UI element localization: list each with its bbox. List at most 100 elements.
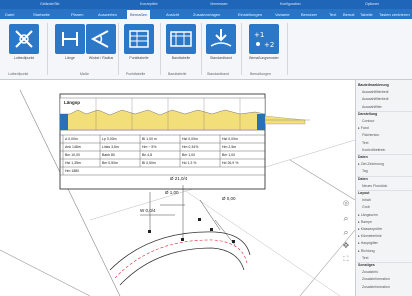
ribbon-panel: Lotbedfpunkt Länge Winkel / Radius Punkt… <box>0 19 412 80</box>
panel-property-item[interactable]: Flächenton <box>362 133 379 137</box>
panel-property-item[interactable]: Contour <box>362 119 374 123</box>
angle-icon <box>86 24 116 54</box>
panel-property-item[interactable]: ▸ Klassenprüfer <box>358 227 382 231</box>
angle-radius-button[interactable]: Winkel / Radius <box>86 24 116 60</box>
panel-property-item[interactable]: Tag <box>362 169 368 173</box>
panel-section-header[interactable]: Daten <box>358 177 368 181</box>
tab-datei[interactable]: Datei <box>2 10 17 19</box>
walk-icon[interactable]: ◎ <box>340 198 352 210</box>
tab-bemassen[interactable]: Bemaßen <box>127 10 151 19</box>
panel-property-item[interactable]: ▸ Hauptgitter <box>358 241 378 245</box>
point-table-button[interactable]: Punkttabelle <box>122 24 156 60</box>
length-icon <box>55 24 85 54</box>
group-label-lotbedfpunkt: Lotbedfpunkt <box>8 72 29 76</box>
table-cell: Links 3,6m <box>102 145 119 149</box>
pan-icon[interactable]: ✥ <box>340 240 352 252</box>
panel-property-item[interactable]: Auswahlfilterbedi <box>362 97 388 101</box>
profile-blue-right <box>257 114 265 130</box>
profile-blue-left <box>60 114 68 130</box>
standard-band-label: Standardband <box>210 56 232 60</box>
table-cell: Bank 80 <box>102 153 115 157</box>
dimension-label-2: Ø 1,00 <box>165 190 179 195</box>
table-cell: Hm 2,5m <box>222 145 237 149</box>
standard-band-button[interactable]: Standardband <box>204 24 238 60</box>
tab-einstellungen[interactable]: Einstellungen <box>235 10 265 19</box>
tab-variante[interactable]: Variante <box>272 10 293 19</box>
table-cell: Δ 0,00m <box>65 137 78 141</box>
tab-zusatzvorlagen[interactable]: Zusatzvorlagen <box>190 10 223 19</box>
panel-section-header[interactable]: Bauteilmarkierung <box>358 83 389 87</box>
ribbon-separator <box>241 23 242 75</box>
road-edge <box>119 247 245 286</box>
panel-section-header[interactable]: Darstellung <box>358 112 377 116</box>
group-label-punkttabelle: Punkttabelle <box>126 72 146 76</box>
table-cell: Hd 26,9 % <box>222 161 239 165</box>
panel-property-item[interactable]: ▸ Rampe <box>358 220 372 224</box>
panel-property-item[interactable]: Zusatzinformation <box>362 285 390 289</box>
band-table-icon <box>166 24 196 54</box>
table-cell: Hm 1880 <box>65 169 80 173</box>
ribbon-separator <box>118 23 119 75</box>
point-table-label: Punkttabelle <box>129 56 149 60</box>
title-text-4: Konfiguration <box>280 2 301 6</box>
panel-property-item[interactable]: Grob <box>362 205 370 209</box>
lotbedfpunkt-button[interactable]: Lotbedfpunkt <box>7 24 41 60</box>
zoom-out-icon[interactable]: ⌕ <box>340 226 352 238</box>
table-cell: Bm 1,00 <box>222 153 236 157</box>
lotbedfpunkt-label: Lotbedfpunkt <box>13 56 35 60</box>
panel-property-item[interactable]: Kontrollbeitrein <box>362 148 385 152</box>
drawing-svg <box>0 89 355 296</box>
group-label-standardband: Standardband <box>207 72 229 76</box>
panel-property-item[interactable]: Inhalt <box>362 198 371 202</box>
group-label-masse: Maße <box>80 72 89 76</box>
tab-bemal[interactable]: Bemal <box>340 10 357 19</box>
x-cross-icon <box>9 24 39 54</box>
panel-section-header[interactable]: Layout <box>358 191 369 195</box>
length-label: Länge <box>65 56 75 60</box>
tab-benutzer[interactable]: Benutzer <box>298 10 320 19</box>
table-cell: Bm 1,00 <box>182 153 196 157</box>
properties-panel: Bauteilmarkierung Auswahlfilterbedi Auswah… <box>355 80 412 296</box>
panel-property-item[interactable]: ▸ Kilometerlinie <box>358 234 382 238</box>
panel-property-item[interactable]: Text <box>362 256 368 260</box>
panel-section-header[interactable]: Sonstiges <box>358 263 375 267</box>
table-cell: Bn 4,8 <box>142 153 153 157</box>
tab-text[interactable]: Text <box>326 10 339 19</box>
fit-icon[interactable]: ⛶ <box>340 254 352 266</box>
tab-tabelle[interactable]: Tabelle <box>357 10 376 19</box>
table-cell: Bl 1,00 m <box>142 137 157 141</box>
tab-ansicht[interactable]: Ansicht <box>163 10 182 19</box>
panel-section-header[interactable]: Daten <box>358 155 368 159</box>
panel-property-item[interactable]: Auswahlfilter <box>362 105 382 109</box>
band-table-label: Bandtabelle <box>171 56 191 60</box>
dimension-label-1: Ø 21,0/4 <box>170 176 188 181</box>
drawing-canvas[interactable]: Längsp Δ 0,00m Lp 0,00m Bl 1,00 m Hst 0,… <box>0 80 355 296</box>
panel-property-item[interactable]: Text <box>362 141 368 145</box>
table-cell: Hst 0,00m <box>182 137 198 141</box>
table-cell: Hm ~ 5% <box>142 145 157 149</box>
panel-property-item[interactable]: Auswahlfilterbedi <box>362 90 388 94</box>
panel-property-item[interactable]: ▸ Richtung <box>358 249 375 253</box>
tab-startseite[interactable]: Startseite <box>30 10 53 19</box>
table-cell: Bm 10,00 <box>65 153 80 157</box>
length-button[interactable]: Länge <box>55 24 85 60</box>
table-cell: Bl 0,50m <box>142 161 156 165</box>
svg-text:+1: +1 <box>254 31 264 39</box>
zoom-in-icon[interactable]: ⌕ <box>340 212 352 224</box>
panel-property-item[interactable]: ▸ Ziel-Zeichnung <box>358 162 384 166</box>
panel-property-item[interactable]: Zusatzinfo <box>362 270 378 274</box>
dimension-pattern-button[interactable]: +1 +2 Bemaßungsmuster <box>245 24 283 60</box>
panel-property-item[interactable]: ▸ Fand <box>358 126 369 130</box>
ribbon-separator <box>287 23 288 75</box>
title-text-5: Optionen <box>365 2 380 6</box>
tab-planen[interactable]: Planen <box>68 10 86 19</box>
table-cell: Ank 148m <box>65 145 81 149</box>
tab-auswerten[interactable]: Auswerten <box>95 10 120 19</box>
band-table-button[interactable]: Bandtabelle <box>164 24 198 60</box>
group-label-bemassungen: Bemaßungen <box>250 72 272 76</box>
panel-property-item[interactable]: Neues Flurstück <box>362 184 387 188</box>
panel-property-item[interactable]: ▸ Längsschn <box>358 213 378 217</box>
panel-property-item[interactable]: Zusatzinformation <box>362 277 390 281</box>
tab-tasten[interactable]: Tasten zentrieren <box>376 10 412 19</box>
ribbon-tabs: Datei Startseite Planen Auswerten Bemaße… <box>0 9 412 19</box>
